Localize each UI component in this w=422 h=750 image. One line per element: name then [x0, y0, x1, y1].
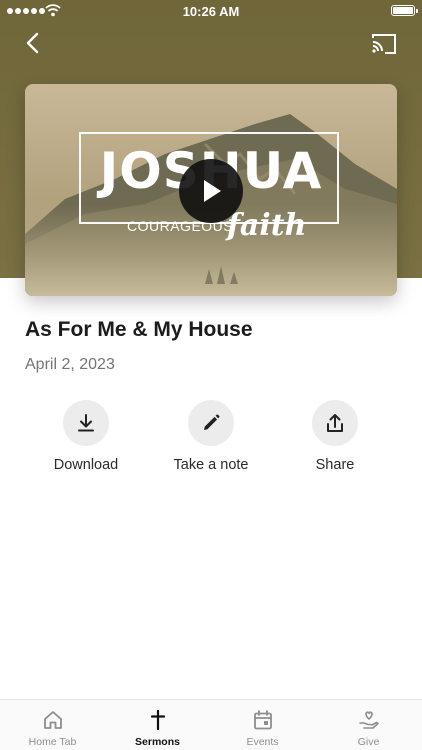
status-bar: 10:26 AM [0, 0, 422, 22]
bottom-tab-bar: Home Tab Sermons Events Give [0, 699, 422, 750]
hand-heart-icon [358, 711, 379, 729]
cross-icon [150, 709, 165, 731]
battery-icon [391, 5, 418, 16]
tab-sermons-label: Sermons [135, 736, 180, 748]
download-icon-circle [63, 400, 109, 446]
download-button[interactable]: Download [24, 400, 148, 473]
take-note-label: Take a note [173, 457, 249, 473]
share-label: Share [315, 457, 355, 473]
cast-icon [372, 34, 396, 54]
take-note-button[interactable]: Take a note [149, 400, 273, 473]
chevron-left-icon [26, 32, 39, 54]
sermon-title: As For Me & My House [25, 318, 253, 341]
share-button[interactable]: Share [273, 400, 397, 473]
tab-home[interactable]: Home Tab [0, 700, 105, 750]
share-icon-circle [312, 400, 358, 446]
sermon-video-player[interactable]: JOSHUA COURAGEOUS faith [25, 84, 397, 296]
download-label: Download [53, 457, 119, 473]
status-time: 10:26 AM [182, 4, 240, 19]
play-button[interactable] [179, 159, 243, 223]
tab-give[interactable]: Give [316, 700, 421, 750]
home-icon [43, 711, 62, 729]
play-icon [204, 180, 221, 202]
pencil-icon-circle [188, 400, 234, 446]
artwork-script-text: faith [227, 208, 307, 243]
sermon-date: April 2, 2023 [25, 356, 115, 373]
tab-events-label: Events [246, 736, 279, 748]
calendar-icon [253, 710, 272, 730]
pencil-icon [204, 414, 220, 430]
cast-button[interactable] [370, 31, 398, 57]
back-button[interactable] [20, 28, 48, 58]
tab-events[interactable]: Events [210, 700, 315, 750]
share-icon [327, 414, 343, 432]
tab-give-label: Give [357, 736, 380, 748]
tab-home-label: Home Tab [28, 736, 77, 748]
download-icon [78, 414, 94, 432]
tab-sermons[interactable]: Sermons [105, 700, 210, 750]
